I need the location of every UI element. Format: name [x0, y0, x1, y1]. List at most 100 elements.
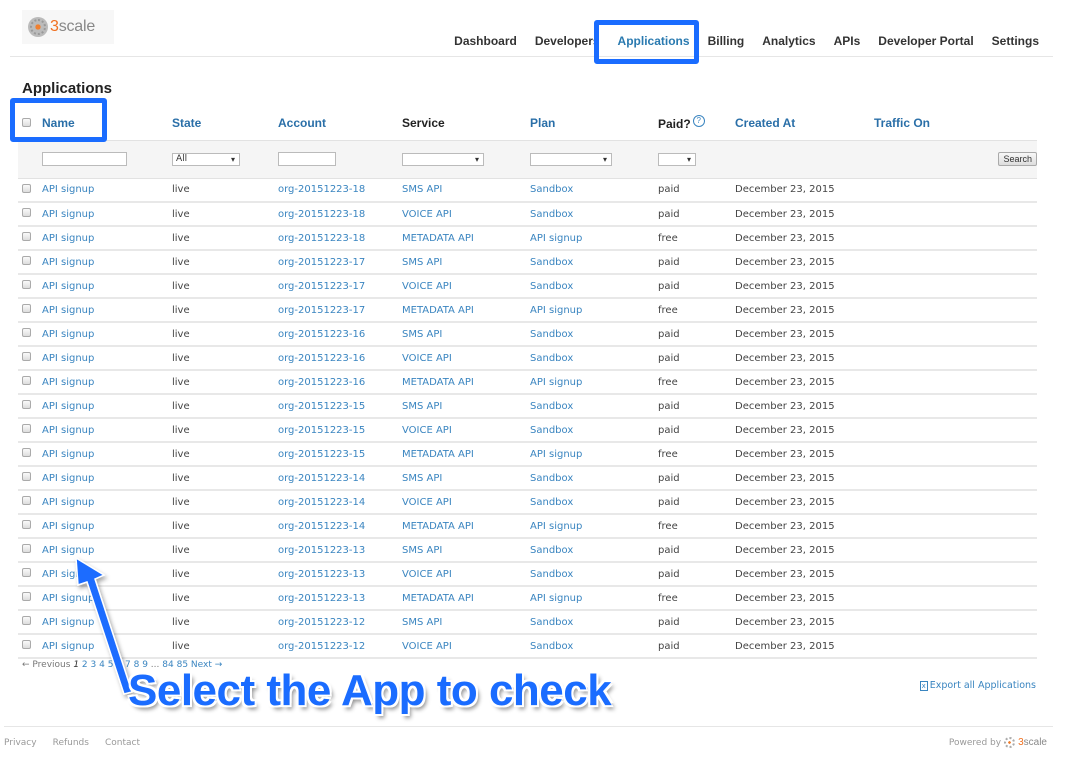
page-link[interactable]: 2	[82, 660, 88, 670]
service-filter-select[interactable]	[402, 152, 484, 166]
row-checkbox[interactable]	[22, 472, 31, 481]
application-name-link[interactable]: API signup	[42, 184, 94, 195]
nav-developers[interactable]: Developers	[535, 34, 600, 48]
search-button[interactable]: Search	[998, 152, 1037, 166]
service-link[interactable]: VOICE API	[402, 281, 452, 292]
row-checkbox[interactable]	[22, 496, 31, 505]
application-name-link[interactable]: API signup	[42, 641, 94, 652]
nav-billing[interactable]: Billing	[708, 34, 745, 48]
application-name-link[interactable]: API signup	[42, 401, 94, 412]
account-link[interactable]: org-20151223-16	[278, 329, 365, 340]
service-link[interactable]: SMS API	[402, 184, 442, 195]
row-checkbox[interactable]	[22, 448, 31, 457]
application-name-link[interactable]: API signup	[42, 257, 94, 268]
export-all-applications-link[interactable]: x Export all Applications	[919, 680, 1036, 691]
application-name-link[interactable]: API signup	[42, 425, 94, 436]
account-link[interactable]: org-20151223-13	[278, 593, 365, 604]
plan-link[interactable]: Sandbox	[530, 184, 573, 195]
service-link[interactable]: METADATA API	[402, 449, 474, 460]
application-name-link[interactable]: API signup	[42, 209, 94, 220]
plan-link[interactable]: Sandbox	[530, 569, 573, 580]
application-name-link[interactable]: API signup	[42, 233, 94, 244]
previous-page-link[interactable]: ← Previous	[22, 660, 70, 670]
application-name-link[interactable]: API signup	[42, 449, 94, 460]
service-link[interactable]: VOICE API	[402, 425, 452, 436]
account-link[interactable]: org-20151223-14	[278, 521, 365, 532]
application-name-link[interactable]: API signup	[42, 353, 94, 364]
plan-link[interactable]: API signup	[530, 377, 582, 388]
account-filter-input[interactable]	[278, 151, 336, 166]
row-checkbox[interactable]	[22, 616, 31, 625]
column-header-plan[interactable]: Plan	[530, 106, 658, 141]
plan-link[interactable]: Sandbox	[530, 329, 573, 340]
application-name-link[interactable]: API signup	[42, 497, 94, 508]
brand-logo[interactable]: 3scale	[22, 10, 114, 44]
row-checkbox[interactable]	[22, 592, 31, 601]
row-checkbox[interactable]	[22, 424, 31, 433]
plan-link[interactable]: Sandbox	[530, 497, 573, 508]
footer-link-refunds[interactable]: Refunds	[53, 738, 89, 748]
plan-link[interactable]: API signup	[530, 233, 582, 244]
row-checkbox[interactable]	[22, 376, 31, 385]
account-link[interactable]: org-20151223-13	[278, 569, 365, 580]
application-name-link[interactable]: API signup	[42, 305, 94, 316]
service-link[interactable]: SMS API	[402, 401, 442, 412]
plan-link[interactable]: API signup	[530, 521, 582, 532]
nav-dashboard[interactable]: Dashboard	[454, 34, 517, 48]
plan-link[interactable]: Sandbox	[530, 209, 573, 220]
column-header-account[interactable]: Account	[278, 106, 402, 141]
plan-link[interactable]: Sandbox	[530, 641, 573, 652]
page-link[interactable]: 3	[91, 660, 97, 670]
plan-link[interactable]: Sandbox	[530, 257, 573, 268]
account-link[interactable]: org-20151223-12	[278, 617, 365, 628]
account-link[interactable]: org-20151223-14	[278, 473, 365, 484]
page-link[interactable]: 6	[116, 660, 122, 670]
paid-filter-select[interactable]	[658, 152, 696, 166]
service-link[interactable]: SMS API	[402, 473, 442, 484]
page-link[interactable]: 4	[99, 660, 105, 670]
row-checkbox[interactable]	[22, 208, 31, 217]
row-checkbox[interactable]	[22, 400, 31, 409]
plan-link[interactable]: API signup	[530, 305, 582, 316]
application-name-link[interactable]: API signup	[42, 617, 94, 628]
plan-link[interactable]: API signup	[530, 593, 582, 604]
application-name-link[interactable]: API signup	[42, 569, 94, 580]
service-link[interactable]: VOICE API	[402, 569, 452, 580]
service-link[interactable]: VOICE API	[402, 353, 452, 364]
account-link[interactable]: org-20151223-16	[278, 377, 365, 388]
page-link[interactable]: 5	[108, 660, 114, 670]
service-link[interactable]: METADATA API	[402, 521, 474, 532]
row-checkbox[interactable]	[22, 328, 31, 337]
service-link[interactable]: SMS API	[402, 257, 442, 268]
account-link[interactable]: org-20151223-17	[278, 281, 365, 292]
row-checkbox[interactable]	[22, 183, 31, 193]
account-link[interactable]: org-20151223-17	[278, 305, 365, 316]
application-name-link[interactable]: API signup	[42, 377, 94, 388]
row-checkbox[interactable]	[22, 304, 31, 313]
row-checkbox[interactable]	[22, 568, 31, 577]
powered-by[interactable]: Powered by 3scale	[949, 737, 1047, 748]
service-link[interactable]: METADATA API	[402, 593, 474, 604]
row-checkbox[interactable]	[22, 640, 31, 649]
service-link[interactable]: VOICE API	[402, 641, 452, 652]
account-link[interactable]: org-20151223-18	[278, 184, 365, 195]
service-link[interactable]: VOICE API	[402, 209, 452, 220]
account-link[interactable]: org-20151223-18	[278, 233, 365, 244]
account-link[interactable]: org-20151223-12	[278, 641, 365, 652]
account-link[interactable]: org-20151223-17	[278, 257, 365, 268]
row-checkbox[interactable]	[22, 232, 31, 241]
application-name-link[interactable]: API signup	[42, 545, 94, 556]
service-link[interactable]: METADATA API	[402, 305, 474, 316]
plan-link[interactable]: Sandbox	[530, 617, 573, 628]
plan-link[interactable]: Sandbox	[530, 401, 573, 412]
application-name-link[interactable]: API signup	[42, 329, 94, 340]
plan-link[interactable]: API signup	[530, 449, 582, 460]
column-header-state[interactable]: State	[172, 106, 278, 141]
row-checkbox[interactable]	[22, 544, 31, 553]
nav-developer-portal[interactable]: Developer Portal	[878, 34, 973, 48]
service-link[interactable]: SMS API	[402, 545, 442, 556]
plan-link[interactable]: Sandbox	[530, 425, 573, 436]
service-link[interactable]: VOICE API	[402, 497, 452, 508]
application-name-link[interactable]: API signup	[42, 281, 94, 292]
service-link[interactable]: SMS API	[402, 329, 442, 340]
